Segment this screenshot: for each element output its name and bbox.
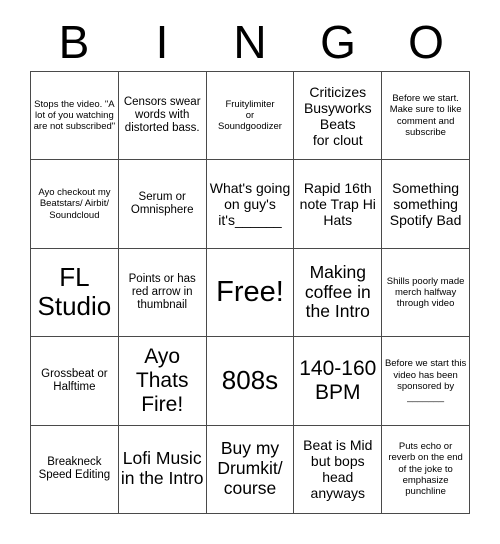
bingo-cell-free-space[interactable]: Free!	[206, 248, 295, 338]
bingo-cell-g4[interactable]: 140-160 BPM	[294, 337, 383, 426]
bingo-cell-text: Censors swear words with distorted bass.	[123, 95, 201, 135]
bingo-cell-text: 808s	[221, 365, 279, 396]
bingo-cell-text: Ayo checkout my Beatstars/ Airbit/ Sound…	[38, 187, 111, 221]
bingo-cell-text: Before we start this video has been spon…	[384, 358, 467, 404]
bingo-header-letter-o: O	[408, 16, 444, 68]
bingo-cell-g2[interactable]: Rapid 16th note Trap Hi Hats	[294, 160, 383, 249]
bingo-header: B I N G O	[30, 14, 470, 71]
bingo-cell-b2[interactable]: Ayo checkout my Beatstars/ Airbit/ Sound…	[31, 160, 119, 249]
bingo-card: B I N G O Stops the video. "A lot of you…	[0, 0, 500, 544]
bingo-cell-text: Points or has red arrow in thumbnail	[128, 272, 196, 312]
bingo-cell-text: Grossbeat or Halftime	[41, 367, 108, 393]
bingo-header-letter-g: G	[320, 16, 356, 68]
bingo-cell-text: What's going on guy's it's______	[209, 179, 291, 229]
bingo-cell-text: Puts echo or reverb on the end of the jo…	[388, 441, 463, 498]
bingo-cell-text: 140-160 BPM	[299, 357, 377, 404]
bingo-cell-i1[interactable]: Censors swear words with distorted bass.	[118, 72, 207, 161]
bingo-cell-o4[interactable]: Before we start this video has been spon…	[382, 337, 470, 426]
bingo-cell-n2[interactable]: What's going on guy's it's______	[206, 160, 295, 249]
bingo-cell-g5[interactable]: Beat is Mid but bops head anyways	[294, 425, 383, 514]
bingo-cell-b1[interactable]: Stops the video. "A lot of you watching …	[31, 72, 119, 161]
bingo-cell-b5[interactable]: Breakneck Speed Editing	[31, 425, 119, 514]
bingo-cell-n4[interactable]: 808s	[206, 337, 295, 426]
bingo-cell-i4[interactable]: Ayo Thats Fire!	[118, 337, 207, 426]
bingo-cell-i5[interactable]: Lofi Music in the Intro	[118, 425, 207, 514]
bingo-cell-text: Before we start. Make sure to like comme…	[389, 93, 462, 138]
bingo-cell-text: Stops the video. "A lot of you watching …	[33, 98, 116, 133]
bingo-header-letter-n: N	[233, 16, 267, 68]
bingo-cell-text: Shills poorly made merch halfway through…	[386, 275, 465, 310]
bingo-cell-b4[interactable]: Grossbeat or Halftime	[31, 337, 119, 426]
bingo-cell-text: Buy my Drumkit/ course	[217, 438, 283, 499]
bingo-header-letter-b: B	[58, 16, 90, 68]
bingo-grid: Stops the video. "A lot of you watching …	[30, 71, 470, 514]
bingo-cell-n5[interactable]: Buy my Drumkit/ course	[206, 425, 295, 514]
bingo-cell-i3[interactable]: Points or has red arrow in thumbnail	[118, 248, 207, 338]
bingo-cell-text: Something something Spotify Bad	[389, 179, 462, 229]
bingo-cell-text: Fruitylimiter or Soundgoodizer	[218, 98, 282, 133]
bingo-cell-n1[interactable]: Fruitylimiter or Soundgoodizer	[206, 72, 295, 161]
bingo-cell-text: Criticizes Busyworks Beats for clout	[303, 83, 372, 148]
bingo-cell-g1[interactable]: Criticizes Busyworks Beats for clout	[294, 72, 383, 161]
bingo-cell-o5[interactable]: Puts echo or reverb on the end of the jo…	[382, 425, 470, 514]
bingo-cell-g3[interactable]: Making coffee in the Intro	[294, 248, 383, 338]
bingo-cell-text: Making coffee in the Intro	[304, 261, 371, 322]
bingo-cell-o2[interactable]: Something something Spotify Bad	[382, 160, 470, 249]
bingo-cell-text: Breakneck Speed Editing	[38, 455, 111, 482]
bingo-cell-o3[interactable]: Shills poorly made merch halfway through…	[382, 248, 470, 338]
bingo-header-letter-i: I	[155, 16, 169, 68]
bingo-cell-text: FL Studio	[37, 262, 112, 322]
bingo-cell-text: Lofi Music in the Intro	[120, 448, 204, 489]
bingo-cell-text: Free!	[216, 275, 284, 308]
bingo-cell-o1[interactable]: Before we start. Make sure to like comme…	[382, 72, 470, 161]
bingo-cell-b3[interactable]: FL Studio	[31, 248, 119, 338]
bingo-cell-text: Serum or Omnisphere	[130, 190, 194, 217]
bingo-cell-i2[interactable]: Serum or Omnisphere	[118, 160, 207, 249]
bingo-cell-text: Ayo Thats Fire!	[135, 345, 189, 416]
bingo-cell-text: Beat is Mid but bops head anyways	[303, 437, 373, 502]
bingo-cell-text: Rapid 16th note Trap Hi Hats	[299, 179, 376, 229]
